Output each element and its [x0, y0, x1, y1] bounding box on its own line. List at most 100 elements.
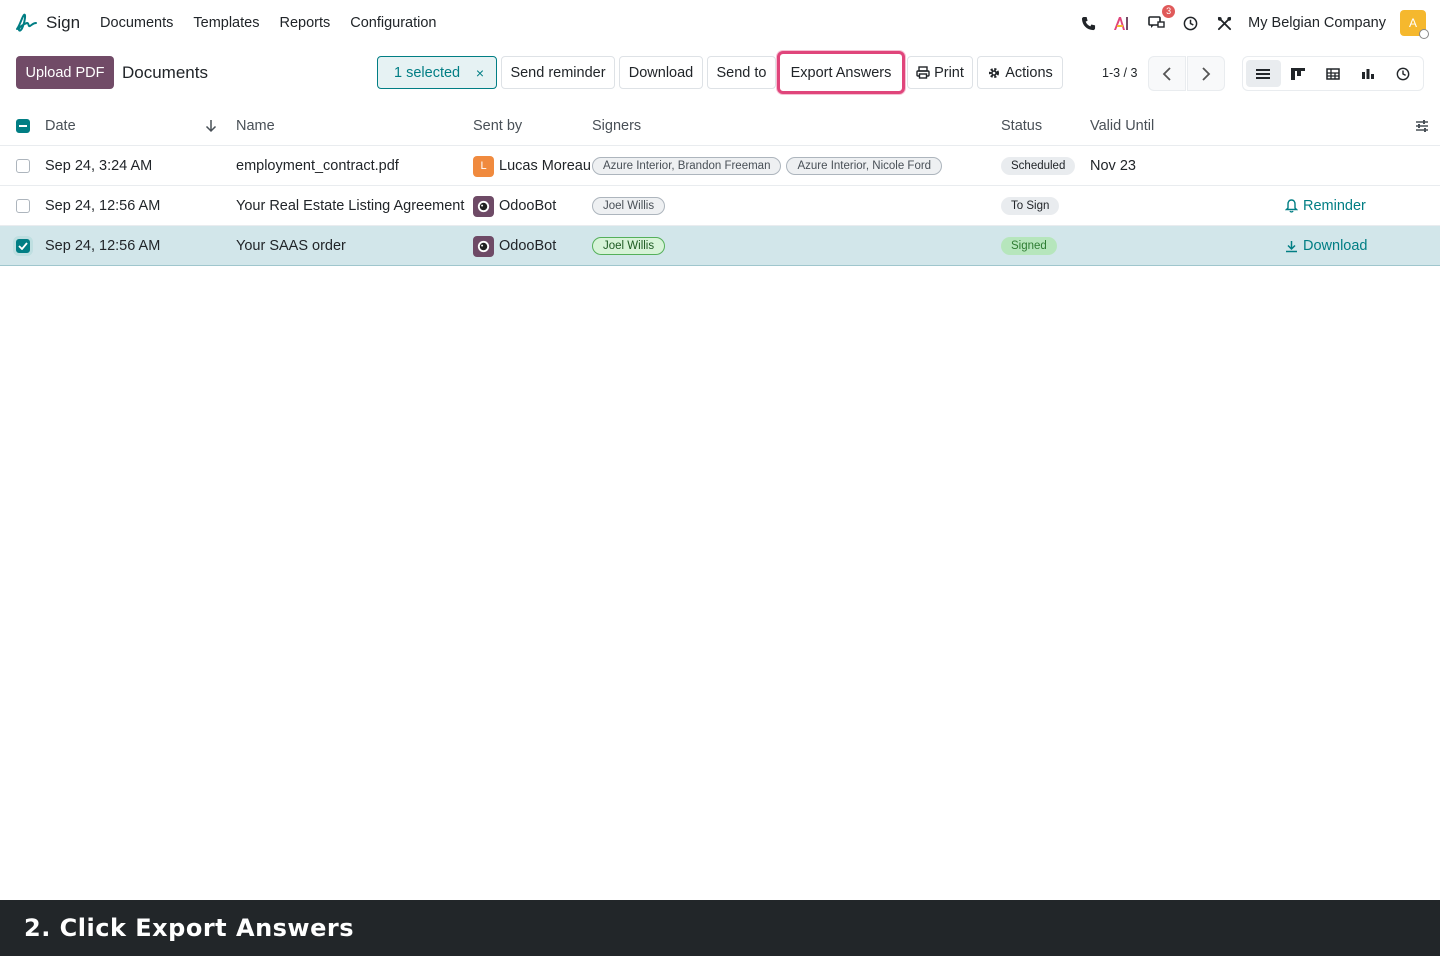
status-badge: Scheduled	[1001, 157, 1076, 175]
signer-tag: Azure Interior, Brandon Freeman	[592, 157, 782, 175]
pivot-view-icon	[1326, 67, 1340, 80]
sender-name: OdooBot	[499, 198, 557, 214]
documents-table: Date Name Sent by Signers Status Valid U…	[0, 106, 1440, 266]
status-badge: Signed	[1001, 237, 1057, 255]
app-name[interactable]: Sign	[46, 13, 80, 33]
list-view-icon	[1256, 68, 1271, 79]
row-signers: Azure Interior, Brandon Freeman Azure In…	[592, 146, 947, 186]
pager-previous-button[interactable]	[1148, 56, 1186, 91]
row-signers: Joel Willis	[592, 186, 670, 226]
header-valid-until[interactable]: Valid Until	[1090, 106, 1154, 146]
activity-view-button[interactable]	[1385, 60, 1420, 87]
menu-configuration[interactable]: Configuration	[350, 15, 436, 31]
menu-reports[interactable]: Reports	[279, 15, 330, 31]
sender-name: OdooBot	[499, 238, 557, 254]
sort-desc-icon[interactable]	[205, 106, 217, 146]
download-icon	[1286, 240, 1297, 252]
row-sender: OdooBot	[473, 186, 556, 226]
actions-dropdown[interactable]: Actions	[977, 56, 1063, 89]
ai-assistant-icon[interactable]	[1112, 13, 1132, 33]
export-answers-button[interactable]: Export Answers	[777, 51, 905, 94]
row-checkbox[interactable]	[16, 226, 30, 266]
status-badge: To Sign	[1001, 197, 1060, 215]
row-date: Sep 24, 3:24 AM	[45, 158, 153, 174]
print-button[interactable]: Print	[907, 56, 973, 89]
download-button[interactable]: Download	[619, 56, 703, 89]
user-avatar[interactable]: A	[1400, 10, 1429, 39]
chat-badge: 3	[1162, 5, 1176, 18]
reminder-label: Reminder	[1303, 198, 1366, 214]
row-sender: OdooBot	[473, 226, 556, 266]
bell-icon	[1285, 199, 1298, 213]
row-status: Scheduled	[1001, 146, 1076, 186]
table-header: Date Name Sent by Signers Status Valid U…	[0, 106, 1440, 146]
signer-tag: Joel Willis	[592, 237, 666, 255]
select-all-checkbox[interactable]	[16, 106, 30, 146]
pager-value[interactable]: 1-3 / 3	[1102, 66, 1137, 80]
kanban-view-button[interactable]	[1281, 60, 1316, 87]
kanban-view-icon	[1291, 67, 1306, 80]
bar-chart-icon	[1361, 68, 1374, 79]
row-name: Your SAAS order	[236, 238, 346, 254]
optional-columns-icon[interactable]	[1415, 106, 1429, 146]
download-label: Download	[1303, 238, 1368, 254]
list-view-button[interactable]	[1246, 60, 1281, 87]
header-date[interactable]: Date	[45, 106, 76, 146]
graph-view-button[interactable]	[1350, 60, 1385, 87]
row-name: Your Real Estate Listing Agreement	[236, 198, 465, 214]
selection-counter: 1 selected ×	[377, 56, 497, 89]
top-navbar: Sign Documents Templates Reports Configu…	[0, 0, 1440, 46]
control-panel: Upload PDF Documents 1 selected × Send r…	[0, 50, 1440, 94]
clock-icon[interactable]	[1180, 13, 1200, 33]
chat-icon[interactable]: 3	[1146, 5, 1176, 33]
print-label: Print	[934, 64, 964, 81]
row-status: Signed	[1001, 226, 1057, 266]
row-checkbox[interactable]	[16, 186, 30, 226]
download-link[interactable]: Download	[1285, 226, 1368, 266]
presence-dot	[1419, 29, 1429, 39]
row-sender: L Lucas Moreau	[473, 146, 591, 186]
printer-icon	[916, 66, 930, 79]
signer-tag: Joel Willis	[592, 197, 666, 215]
menu-documents[interactable]: Documents	[100, 15, 173, 31]
pager-next-button[interactable]	[1187, 56, 1225, 91]
clear-selection-icon[interactable]: ×	[476, 65, 484, 81]
sender-avatar: L	[473, 155, 494, 177]
odoobot-avatar	[473, 195, 494, 217]
row-date: Sep 24, 12:56 AM	[45, 198, 161, 214]
sender-name: Lucas Moreau	[499, 158, 591, 174]
header-name[interactable]: Name	[236, 106, 275, 146]
odoobot-avatar	[473, 235, 494, 257]
row-status: To Sign	[1001, 186, 1060, 226]
selected-count: 1 selected	[394, 64, 461, 81]
row-valid-until: Nov 23	[1090, 158, 1136, 174]
header-sent-by[interactable]: Sent by	[473, 106, 522, 146]
company-switcher[interactable]: My Belgian Company	[1248, 15, 1386, 31]
row-checkbox[interactable]	[16, 146, 30, 186]
reminder-link[interactable]: Reminder	[1285, 186, 1366, 226]
chevron-left-icon	[1162, 66, 1171, 81]
pivot-view-button[interactable]	[1316, 60, 1351, 87]
table-row[interactable]: Sep 24, 12:56 AM Your SAAS order OdooBot…	[0, 226, 1440, 266]
send-reminder-button[interactable]: Send reminder	[501, 56, 615, 89]
sign-app-icon[interactable]	[14, 11, 38, 35]
phone-icon[interactable]	[1078, 13, 1098, 33]
upload-pdf-button[interactable]: Upload PDF	[16, 56, 114, 89]
avatar-letter: A	[1408, 16, 1417, 30]
table-row[interactable]: Sep 24, 3:24 AM employment_contract.pdf …	[0, 146, 1440, 186]
row-name: employment_contract.pdf	[236, 158, 399, 174]
chevron-right-icon	[1202, 66, 1211, 81]
actions-label: Actions	[1005, 64, 1053, 81]
gear-icon	[989, 67, 1000, 78]
header-status[interactable]: Status	[1001, 106, 1042, 146]
table-row[interactable]: Sep 24, 12:56 AM Your Real Estate Listin…	[0, 186, 1440, 226]
header-signers[interactable]: Signers	[592, 106, 641, 146]
menu-templates[interactable]: Templates	[193, 15, 259, 31]
clock-icon	[1396, 67, 1409, 80]
row-signers: Joel Willis	[592, 226, 670, 266]
signer-tag: Azure Interior, Nicole Ford	[786, 157, 943, 175]
send-to-button[interactable]: Send to	[707, 56, 776, 89]
tutorial-caption: 2. Click Export Answers	[0, 900, 1440, 956]
tools-icon[interactable]	[1214, 13, 1234, 33]
view-switcher	[1242, 56, 1424, 91]
